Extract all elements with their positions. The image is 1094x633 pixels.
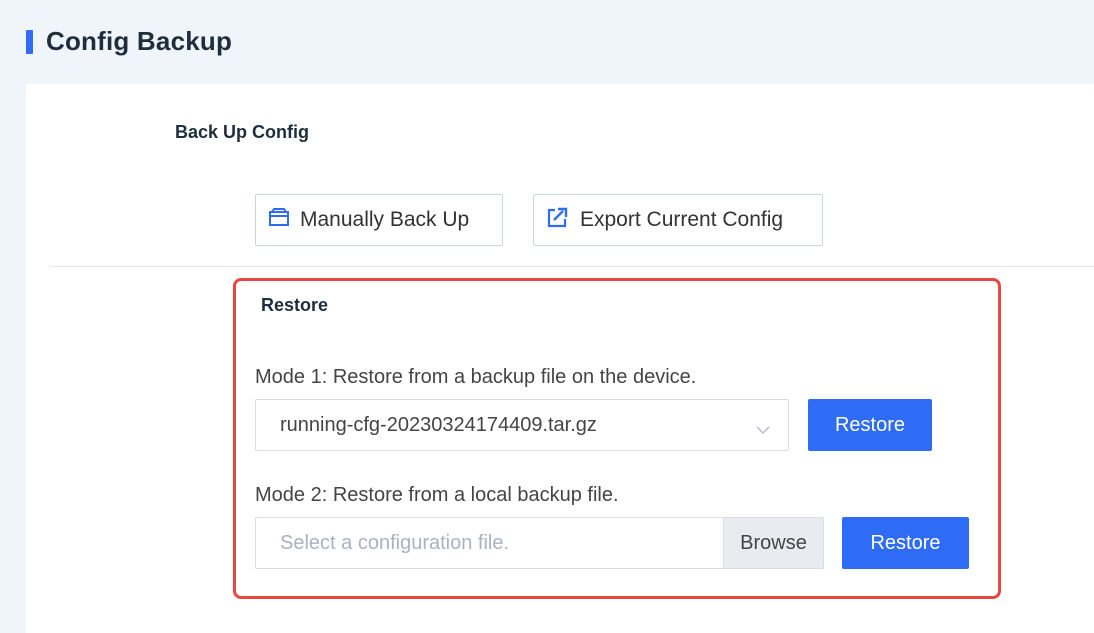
browse-button[interactable]: Browse <box>723 517 824 569</box>
file-input-placeholder: Select a configuration file. <box>280 531 510 554</box>
manual-backup-button[interactable]: Manually Back Up <box>255 194 503 246</box>
restore-section-title: Restore <box>261 295 329 315</box>
backup-icon <box>268 207 300 233</box>
mode2-description: Mode 2: Restore from a local backup file… <box>255 484 619 506</box>
restore-from-device-button[interactable]: Restore <box>808 399 932 451</box>
export-config-button[interactable]: Export Current Config <box>533 194 823 246</box>
restore-section: Restore Mode 1: Restore from a backup fi… <box>233 278 1001 599</box>
page-header: Config Backup <box>0 0 1094 84</box>
restore-from-local-button[interactable]: Restore <box>842 517 969 569</box>
backup-file-select[interactable]: running-cfg-20230324174409.tar.gz <box>255 399 789 451</box>
export-icon <box>546 205 580 235</box>
config-file-input[interactable]: Select a configuration file. <box>255 517 723 569</box>
section-divider <box>50 266 1094 267</box>
title-accent-bar <box>26 30 33 54</box>
chevron-down-icon <box>756 418 770 441</box>
content-panel: Back Up Config Manually Back Up Export C… <box>26 84 1094 633</box>
selected-backup-file: running-cfg-20230324174409.tar.gz <box>280 413 597 436</box>
page-title: Config Backup <box>46 26 233 56</box>
manual-backup-label: Manually Back Up <box>300 208 470 231</box>
backup-section-title: Back Up Config <box>175 122 310 142</box>
export-config-label: Export Current Config <box>580 208 784 231</box>
mode1-description: Mode 1: Restore from a backup file on th… <box>255 366 697 388</box>
